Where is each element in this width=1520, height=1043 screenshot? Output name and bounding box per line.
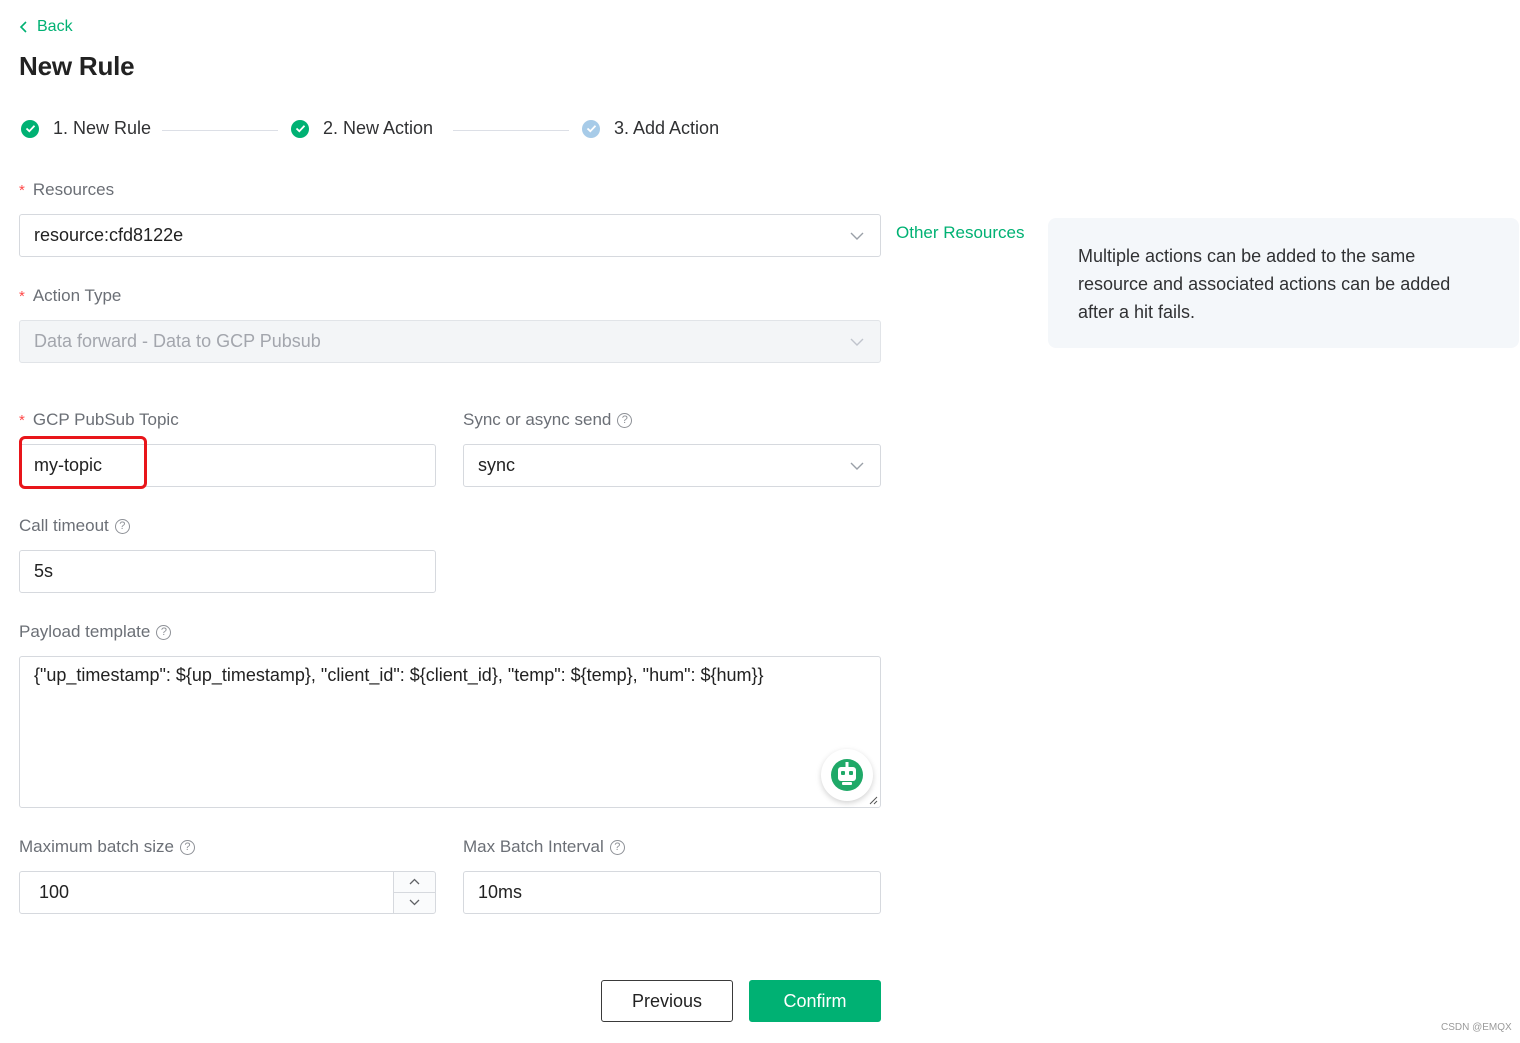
sync-mode-label: Sync or async send ? [463,410,633,430]
resources-label: * Resources [19,180,115,199]
help-icon[interactable]: ? [156,624,172,640]
robot-icon [831,759,863,791]
step-divider [162,130,278,131]
max-batch-size-value: 100 [39,882,70,902]
max-batch-interval-value: 10ms [478,882,523,902]
number-stepper [393,871,436,914]
check-circle-icon [291,119,309,138]
max-batch-interval-input[interactable]: 10ms [463,871,881,914]
highlight-box [19,436,147,489]
chevron-up-icon [409,878,420,885]
step-divider [453,130,569,131]
back-label: Back [37,18,73,35]
call-timeout-input[interactable]: 5s [19,550,436,593]
required-mark: * [19,181,25,199]
sync-mode-value: sync [478,455,516,475]
chevron-down-icon [850,462,864,470]
action-type-select: Data forward - Data to GCP Pubsub [19,320,881,363]
previous-button[interactable]: Previous [601,980,733,1022]
action-type-value: Data forward - Data to GCP Pubsub [34,331,321,351]
step-label: 3. Add Action [614,118,720,138]
resources-value: resource:cfd8122e [34,225,184,245]
payload-template-textarea[interactable]: {"up_timestamp": ${up_timestamp}, "clien… [19,656,881,808]
sync-mode-select[interactable]: sync [463,444,881,487]
call-timeout-value: 5s [34,561,54,581]
resize-handle-icon[interactable] [868,795,878,805]
max-batch-size-label: Maximum batch size ? [19,837,195,857]
chevron-down-icon [850,232,864,240]
check-circle-icon [21,119,39,138]
other-resources-link[interactable]: Other Resources [896,223,1025,243]
chevron-down-icon [850,338,864,346]
info-tip: Multiple actions can be added to the sam… [1048,218,1519,348]
action-type-label: * Action Type [19,286,122,305]
required-mark: * [19,287,25,305]
step-label: 1. New Rule [53,118,152,138]
help-icon[interactable]: ? [179,839,195,855]
step-label: 2. New Action [323,118,434,138]
tip-line: after a hit fails. [1078,302,1196,322]
payload-template-label: Payload template ? [19,622,172,642]
help-icon[interactable]: ? [114,518,130,534]
step-add-action: 3. Add Action [582,118,719,139]
help-icon[interactable]: ? [617,412,633,428]
confirm-button[interactable]: Confirm [749,980,881,1022]
max-batch-size-input[interactable]: 100 [19,871,394,914]
step-new-rule: 1. New Rule [21,118,151,139]
tip-line: resource and associated actions can be a… [1078,274,1451,294]
page-title: New Rule [19,51,135,81]
increment-button[interactable] [394,872,435,893]
watermark: CSDN @EMQX [1441,1022,1512,1033]
call-timeout-label: Call timeout ? [19,516,130,536]
step-new-action: 2. New Action [291,118,433,139]
decrement-button[interactable] [394,893,435,914]
help-icon[interactable]: ? [609,839,625,855]
tip-line: Multiple actions can be added to the sam… [1078,246,1416,266]
check-circle-icon [582,119,600,138]
chevron-down-icon [409,899,420,906]
resources-select[interactable]: resource:cfd8122e [19,214,881,257]
topic-label: * GCP PubSub Topic [19,410,179,429]
payload-template-value: {"up_timestamp": ${up_timestamp}, "clien… [34,665,764,685]
required-mark: * [19,411,25,429]
chevron-left-icon [19,21,27,33]
back-link[interactable]: Back [19,18,73,36]
robot-assistant-button[interactable] [821,749,873,801]
max-batch-interval-label: Max Batch Interval ? [463,837,625,857]
